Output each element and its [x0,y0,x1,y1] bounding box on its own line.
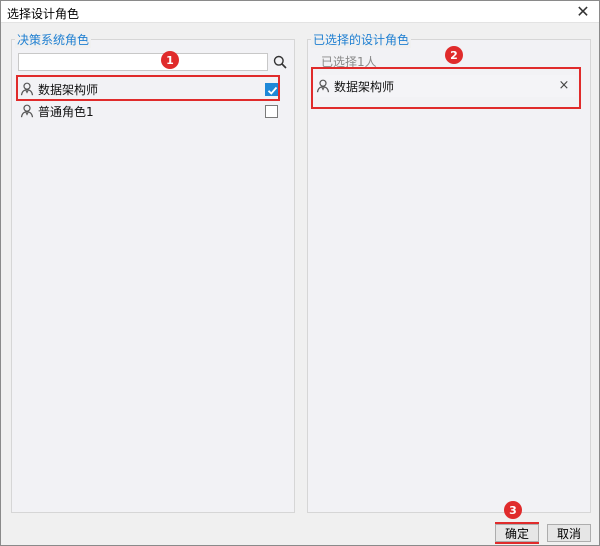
close-icon[interactable]: ✕ [573,2,593,22]
search-icon[interactable] [270,53,290,71]
annotation-marker-2: 2 [445,46,463,64]
annotation-marker-3: 3 [504,501,522,519]
dialog-title: 选择设计角色 [7,7,80,21]
title-bar: 选择设计角色 ✕ [1,1,599,23]
annotation-box-1 [16,75,280,101]
annotation-box-2 [311,67,581,109]
role-row-normal-role[interactable]: 普通角色1 [18,101,282,121]
selected-roles-panel: 已选择的设计角色 已选择1人 数据架构师 × [307,31,591,513]
annotation-marker-1: 1 [161,51,179,69]
cancel-button[interactable]: 取消 [547,524,591,542]
decision-roles-legend: 决策系统角色 [15,31,92,48]
selected-roles-legend: 已选择的设计角色 [311,31,412,48]
ok-button[interactable]: 确定 [495,524,539,542]
decision-roles-panel: 决策系统角色 数据架构师 普通角色1 [11,31,295,513]
role-checkbox[interactable] [265,105,278,118]
user-icon [20,104,34,118]
search-input[interactable] [18,53,268,71]
dialog-window: 选择设计角色 ✕ 决策系统角色 数据架构师 普通角色1 已选择的设计角色 已选择… [0,0,600,546]
search-box [18,53,292,71]
role-label: 普通角色1 [38,104,94,119]
